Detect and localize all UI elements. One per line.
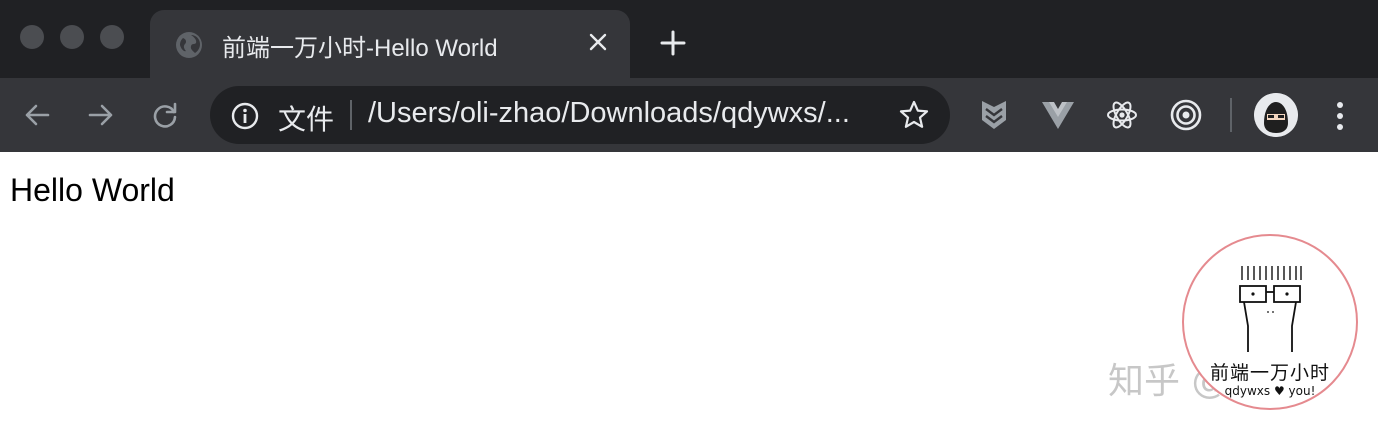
sourcetree-icon[interactable] (974, 95, 1014, 135)
author-stamp: 前端一万小时 qdywxs ♥ you! (1182, 234, 1358, 410)
window-minimize-dot[interactable] (60, 25, 84, 49)
info-icon[interactable] (230, 101, 260, 131)
browser-titlebar: 前端一万小时-Hello World (0, 0, 1378, 78)
profile-avatar[interactable] (1254, 93, 1298, 137)
plus-icon[interactable] (656, 26, 690, 60)
react-devtools-icon[interactable] (1102, 95, 1142, 135)
url-text[interactable]: /Users/oli-zhao/Downloads/qdywxs/... (368, 97, 888, 130)
globe-icon (174, 30, 204, 60)
vue-devtools-icon[interactable] (1038, 95, 1078, 135)
target-icon[interactable] (1166, 95, 1206, 135)
kebab-menu-icon[interactable] (1324, 96, 1356, 136)
page-body-text: Hello World (10, 172, 175, 208)
reload-icon[interactable] (148, 98, 182, 132)
arrow-left-icon[interactable] (20, 98, 54, 132)
close-icon[interactable] (586, 30, 610, 54)
star-icon[interactable] (898, 99, 930, 131)
stamp-title: 前端一万小时 (1209, 362, 1330, 384)
browser-toolbar: 文件 /Users/oli-zhao/Downloads/qdywxs/... (0, 78, 1378, 152)
arrow-right-icon[interactable] (84, 98, 118, 132)
address-separator (350, 100, 352, 130)
address-bar[interactable]: 文件 /Users/oli-zhao/Downloads/qdywxs/... (210, 86, 950, 144)
url-scheme-label: 文件 (278, 104, 335, 135)
window-close-dot[interactable] (20, 25, 44, 49)
toolbar-separator (1230, 98, 1232, 132)
stamp-subtitle: qdywxs ♥ you! (1224, 384, 1316, 398)
active-tab[interactable]: 前端一万小时-Hello World (150, 10, 630, 78)
tab-title: 前端一万小时-Hello World (222, 35, 498, 62)
watermark-platform: 知乎 (1108, 361, 1181, 402)
window-zoom-dot[interactable] (100, 25, 124, 49)
